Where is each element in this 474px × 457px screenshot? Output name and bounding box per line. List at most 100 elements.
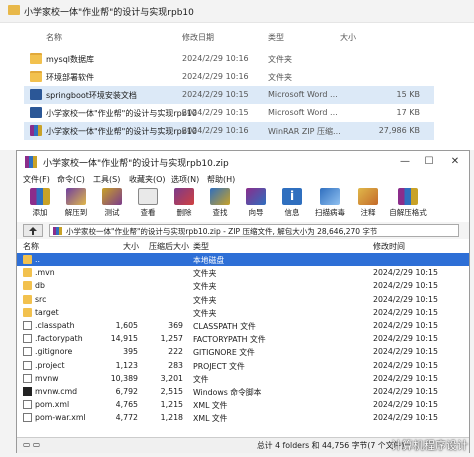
archive-path-text: 小学家校一体"作业帮"的设计与实现rpb10.zip - ZIP 压缩文件, 解… xyxy=(66,227,378,236)
winrar-window: 小学家校一体"作业帮"的设计与实现rpb10.zip — ☐ ✕ 文件(F) 命… xyxy=(16,150,470,453)
explorer-row[interactable]: mysql数据库 2024/2/29 10:16 文件夹 xyxy=(24,50,434,68)
column-header-size[interactable]: 大小 xyxy=(123,241,139,252)
column-header-type[interactable]: 类型 xyxy=(193,241,209,252)
column-header-packed[interactable]: 压缩后大小 xyxy=(149,241,189,252)
column-header-type[interactable]: 类型 xyxy=(268,32,284,46)
column-header-name[interactable]: 名称 xyxy=(23,241,39,252)
file-row[interactable]: .gitignore 395 222 GITIGNORE 文件 2024/2/29 10… xyxy=(17,345,469,358)
add-icon xyxy=(30,188,50,205)
file-name: db xyxy=(35,281,45,291)
sfx-button[interactable]: 自解压格式 xyxy=(389,188,427,220)
file-type: GITIGNORE 文件 xyxy=(193,348,255,358)
winrar-title: 小学家校一体"作业帮"的设计与实现rpb10.zip xyxy=(43,159,229,169)
file-row[interactable]: src 文件夹 2024/2/29 10:15 xyxy=(17,293,469,306)
file-size: 17 KB xyxy=(396,108,420,117)
file-row[interactable]: mvnw.cmd 6,792 2,515 Windows 命令脚本 2024/2/29 … xyxy=(17,385,469,398)
file-packed-size: 1,218 xyxy=(160,413,183,423)
column-header-date[interactable]: 修改日期 xyxy=(182,32,214,46)
file-modified: 2024/2/29 10:15 xyxy=(373,294,438,304)
file-icon xyxy=(23,373,32,383)
file-modified: 2024/2/29 10:15 xyxy=(373,360,438,370)
explorer-row[interactable]: springboot环境安装文档 2024/2/29 10:15 Microso… xyxy=(24,86,434,104)
file-packed-size: 283 xyxy=(168,360,183,370)
file-type: Microsoft Word ... xyxy=(268,90,338,99)
file-row[interactable]: pom.xml 4,765 1,215 XML 文件 2024/2/29 10:15 xyxy=(17,398,469,411)
view-icon xyxy=(138,188,158,205)
virus-scan-icon xyxy=(320,188,340,205)
file-row[interactable]: mvnw 10,389 3,201 文件 2024/2/29 10:15 xyxy=(17,372,469,385)
folder-icon xyxy=(30,71,42,82)
file-row[interactable]: target 文件夹 2024/2/29 10:15 xyxy=(17,306,469,319)
file-row[interactable]: .classpath 1,605 369 CLASSPATH 文件 2024/2/29 … xyxy=(17,319,469,332)
toolbar-label: 添加 xyxy=(32,208,48,217)
file-modified: 2024/2/29 10:15 xyxy=(373,281,438,291)
file-modified: 2024/2/29 10:15 xyxy=(373,268,438,278)
file-size: 1,605 xyxy=(115,321,138,330)
zip-archive-icon xyxy=(53,227,62,235)
file-list[interactable]: .. 本地磁盘 .mvn 文件夹 2024/2/29 10:15 db 文件夹 2024/2/… xyxy=(17,253,469,437)
file-row[interactable]: .mvn 文件夹 2024/2/29 10:15 xyxy=(17,266,469,279)
folder-icon xyxy=(23,307,32,317)
file-type: 文件 xyxy=(193,374,209,384)
file-size: 4,765 xyxy=(115,400,138,410)
maximize-button[interactable]: ☐ xyxy=(417,154,441,170)
file-modified: 2024/2/29 10:15 xyxy=(373,413,438,423)
wizard-icon xyxy=(246,188,266,205)
menu-options[interactable]: 选项(N) xyxy=(171,174,199,185)
file-row[interactable]: .project 1,123 283 PROJECT 文件 2024/2/29 10:1… xyxy=(17,359,469,372)
file-size: 6,792 xyxy=(115,387,138,396)
column-header-name[interactable]: 名称 xyxy=(46,32,62,46)
find-button[interactable]: 查找 xyxy=(205,188,235,220)
file-icon xyxy=(23,360,32,370)
up-folder-button[interactable] xyxy=(23,224,43,237)
archive-path-field[interactable]: 小学家校一体"作业帮"的设计与实现rpb10.zip - ZIP 压缩文件, 解… xyxy=(49,224,459,237)
toolbar-label: 删除 xyxy=(176,208,192,217)
folder-icon xyxy=(23,294,32,304)
file-modified: 2024/2/29 10:15 xyxy=(373,387,438,396)
file-name: pom-war.xml xyxy=(35,413,86,423)
explorer-row[interactable]: 小学家校一体"作业帮"的设计与实现rpb10 2024/2/29 10:15 M… xyxy=(24,104,434,122)
comment-button[interactable]: 注释 xyxy=(353,188,383,220)
menu-tools[interactable]: 工具(S) xyxy=(93,174,120,185)
toolbar-label: 测试 xyxy=(104,208,120,217)
file-row[interactable]: db 文件夹 2024/2/29 10:15 xyxy=(17,279,469,292)
explorer-row[interactable]: 小学家校一体"作业帮"的设计与实现rpb10 2024/2/29 10:16 W… xyxy=(24,122,434,140)
file-type: 文件夹 xyxy=(268,55,292,64)
file-icon xyxy=(23,347,32,357)
column-header-modified[interactable]: 修改时间 xyxy=(373,241,405,252)
file-size: 15 KB xyxy=(396,90,420,99)
info-button[interactable]: i 信息 xyxy=(277,188,307,220)
folder-icon xyxy=(23,281,32,291)
virus-scan-button[interactable]: 扫描病毒 xyxy=(315,188,345,220)
minimize-button[interactable]: — xyxy=(393,154,417,170)
file-type: Windows 命令脚本 xyxy=(193,388,262,397)
file-modified: 2024/2/29 10:15 xyxy=(373,347,438,357)
menu-commands[interactable]: 命令(C) xyxy=(57,174,85,185)
file-row[interactable]: pom-war.xml 4,772 1,218 XML 文件 2024/2/29 10:… xyxy=(17,411,469,424)
file-row[interactable]: .. 本地磁盘 xyxy=(17,253,469,266)
add-button[interactable]: 添加 xyxy=(25,188,55,220)
menu-help[interactable]: 帮助(H) xyxy=(207,174,235,185)
file-name: .factorypath xyxy=(35,334,83,344)
file-row[interactable]: .factorypath 14,915 1,257 FACTORYPATH 文件 202… xyxy=(17,332,469,345)
file-size: 27,986 KB xyxy=(378,126,420,135)
cmd-script-icon xyxy=(23,387,32,396)
test-button[interactable]: 测试 xyxy=(97,188,127,220)
file-packed-size: 369 xyxy=(168,321,183,330)
column-header-size[interactable]: 大小 xyxy=(340,32,356,46)
explorer-row[interactable]: 环境部署软件 2024/2/29 10:16 文件夹 xyxy=(24,68,434,86)
file-modified: 2024/2/29 10:15 xyxy=(373,334,438,344)
find-icon xyxy=(210,188,230,205)
file-list-header: 名称 大小 压缩后大小 类型 修改时间 xyxy=(17,239,469,254)
extract-icon xyxy=(66,188,86,205)
menu-file[interactable]: 文件(F) xyxy=(23,174,50,185)
extract-to-button[interactable]: 解压到 xyxy=(61,188,91,220)
file-explorer-window: 小学家校一体"作业帮"的设计与实现rpb10 名称 修改日期 类型 大小 mys… xyxy=(0,0,474,150)
toolbar-label: 信息 xyxy=(284,208,300,217)
delete-button[interactable]: 删除 xyxy=(169,188,199,220)
close-button[interactable]: ✕ xyxy=(443,154,467,170)
view-button[interactable]: 查看 xyxy=(133,188,163,220)
word-doc-icon xyxy=(30,89,42,100)
menu-favorites[interactable]: 收藏夹(O) xyxy=(129,174,166,185)
wizard-button[interactable]: 向导 xyxy=(241,188,271,220)
